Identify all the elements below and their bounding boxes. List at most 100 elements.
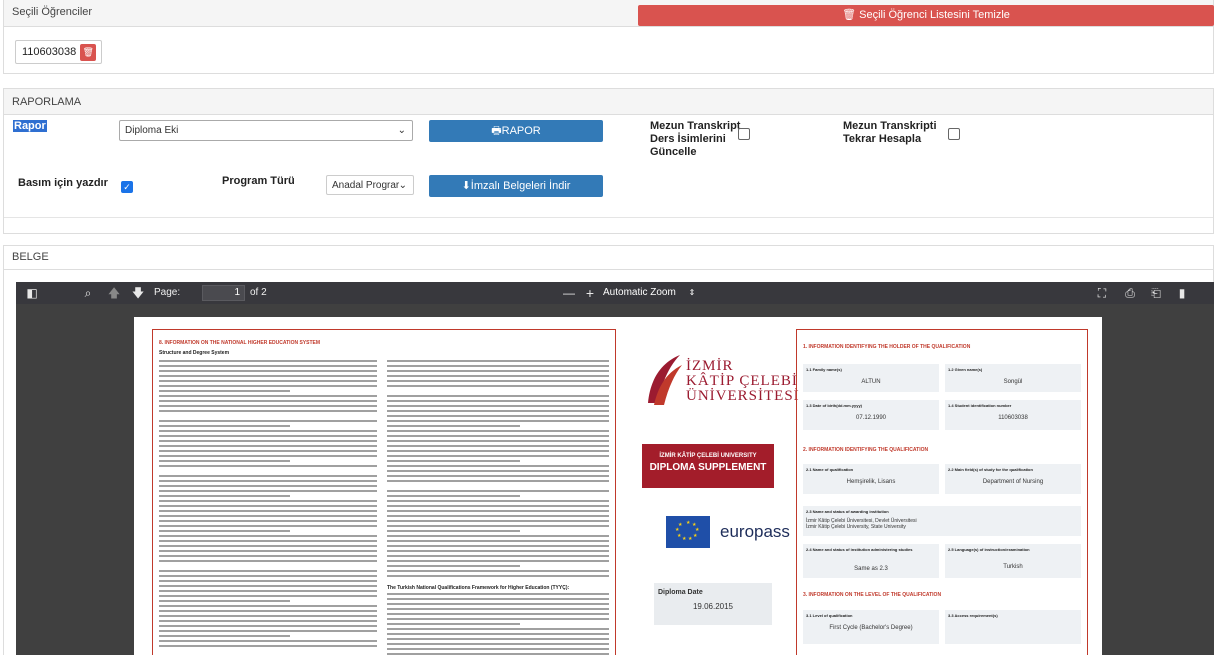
text-line (159, 510, 377, 512)
rapor-label: Rapor (13, 120, 47, 132)
download-icon[interactable]: ⎗ (1148, 285, 1164, 301)
text-line (159, 575, 377, 577)
ds-title: DIPLOMA SUPPLEMENT (649, 462, 767, 473)
text-line (387, 525, 609, 527)
europass-text: europass (720, 522, 790, 541)
zoom-in-icon[interactable]: + (582, 285, 598, 301)
reporting-panel: RAPORLAMA Rapor Diploma Eki ⌄ 🖶RAPOR Mez… (3, 88, 1214, 234)
text-line (159, 540, 377, 542)
text-line (159, 420, 377, 422)
text-line (159, 550, 377, 552)
language-label: 2.5 Language(s) of instruction/examinati… (948, 547, 1030, 552)
text-line (387, 500, 609, 502)
arrow-up-icon[interactable]: 🡅 (106, 285, 122, 301)
text-line (159, 480, 377, 482)
text-line (159, 530, 290, 532)
text-line (159, 500, 377, 502)
text-line (159, 455, 377, 457)
text-line (387, 638, 609, 640)
clear-selected-list-button[interactable]: 🗑 Seçili Öğrenci Listesini Temizle (638, 5, 1214, 26)
text-line (159, 580, 377, 582)
student-id-value: 110603038 (998, 415, 1028, 421)
diploma-date-box: Diploma Date 19.06.2015 (654, 583, 772, 625)
awarding-institution-label: 2.3 Name and status of awarding institut… (806, 509, 889, 514)
text-line (159, 590, 377, 592)
text-line (159, 630, 377, 632)
text-line (159, 595, 377, 597)
text-line (387, 603, 609, 605)
language-value: Turkish (1003, 564, 1023, 570)
text-line (159, 485, 377, 487)
remove-student-trash-icon[interactable]: 🗑 (80, 43, 97, 61)
text-line (159, 370, 377, 372)
text-line (159, 465, 377, 467)
arrow-down-icon[interactable]: 🡇 (130, 285, 146, 301)
language-field: 2.5 Language(s) of instruction/examinati… (945, 544, 1081, 578)
transcript-recalc-checkbox[interactable] (948, 128, 960, 140)
administering-institution-value: Same as 2.3 (854, 566, 888, 572)
text-line (387, 598, 609, 600)
family-name-field: 1.1 Family name(s) ALTUN (803, 364, 939, 392)
pdf-toolbar: ◧ ⌕ 🡅 🡇 Page: 1 of 2 — + Automatic Zoom … (16, 282, 1214, 304)
page-number-input[interactable]: 1 (202, 285, 245, 301)
text-line (387, 575, 609, 577)
search-icon[interactable]: ⌕ (80, 285, 96, 301)
text-line (159, 505, 377, 507)
rapor-button[interactable]: 🖶RAPOR (429, 120, 603, 142)
presentation-mode-icon[interactable]: ⛶ (1094, 285, 1110, 301)
download-icon: ⬇ (461, 180, 471, 192)
text-line (159, 490, 377, 492)
rapor-select[interactable]: Diploma Eki ⌄ (119, 120, 413, 141)
text-line (387, 400, 609, 402)
text-line (387, 490, 609, 492)
eu-flag-icon: ★ ★ ★ ★ ★ ★ ★ ★ ★ (666, 516, 710, 548)
text-line (159, 435, 377, 437)
text-line (387, 495, 521, 497)
text-line (387, 460, 521, 462)
text-line (387, 560, 609, 562)
text-line (387, 475, 609, 477)
text-line (159, 390, 290, 392)
svg-text:★: ★ (688, 536, 693, 542)
student-id-field: 1.4 Student identification number 110603… (945, 400, 1081, 430)
zoom-out-icon[interactable]: — (561, 285, 577, 301)
qualification-name-label: 2.1 Name of qualification (806, 467, 854, 472)
download-signed-docs-button[interactable]: ⬇İmzalı Belgeleri İndir (429, 175, 603, 197)
main-field-value: Department of Nursing (982, 479, 1044, 485)
level-value: First Cycle (Bachelor's Degree) (829, 625, 913, 631)
qualification-name-value: Hemşirelik, Lisans (846, 479, 896, 485)
section-8-title: 8. INFORMATION ON THE NATIONAL HIGHER ED… (159, 340, 321, 346)
print-for-press-checkbox[interactable]: ✓ (121, 181, 133, 193)
text-line (387, 555, 609, 557)
ds-university: İZMİR KÂTİP ÇELEBİ UNIVERSITY (659, 453, 757, 459)
access-requirements-label: 3.3 Access requirement(s) (948, 613, 998, 618)
text-line (159, 615, 377, 617)
main-field-label: 2.2 Main field(s) of study for the quali… (948, 467, 1033, 472)
tqf-title: The Turkish National Qualifications Fram… (387, 585, 570, 591)
document-title: BELGE (4, 246, 1213, 270)
text-line (387, 480, 609, 482)
sidebar-toggle-icon[interactable]: ◧ (24, 285, 40, 301)
program-type-select[interactable]: Anadal Prograr ⌄ (326, 175, 414, 195)
transcript-names-label-3: Güncelle (650, 146, 697, 158)
logo-line-3: ÜNİVERSİTESİ (686, 388, 800, 404)
level-label: 3.1 Level of qualification (806, 613, 853, 618)
text-line (159, 605, 377, 607)
dob-label: 1.3 Date of birth(dd.mm.yyyy) (806, 403, 863, 408)
text-line (387, 405, 609, 407)
text-line (387, 515, 609, 517)
given-name-label: 1.2 Given name(s) (948, 367, 983, 372)
svg-text:★: ★ (678, 522, 683, 528)
bookmark-icon[interactable]: ▮ (1174, 285, 1190, 301)
rapor-button-label: RAPOR (501, 125, 541, 137)
text-line (387, 628, 609, 630)
text-line (387, 435, 609, 437)
text-line (387, 608, 609, 610)
left-page-frame: 8. INFORMATION ON THE NATIONAL HIGHER ED… (152, 329, 616, 655)
text-line (387, 450, 609, 452)
transcript-names-checkbox[interactable] (738, 128, 750, 140)
access-requirements-field: 3.3 Access requirement(s) (945, 610, 1081, 644)
zoom-select[interactable]: Automatic Zoom ⇕ (603, 285, 699, 301)
open-file-icon[interactable]: ⎙ (1122, 285, 1138, 301)
section-1-title: 1. INFORMATION IDENTIFYING THE HOLDER OF… (803, 344, 971, 350)
